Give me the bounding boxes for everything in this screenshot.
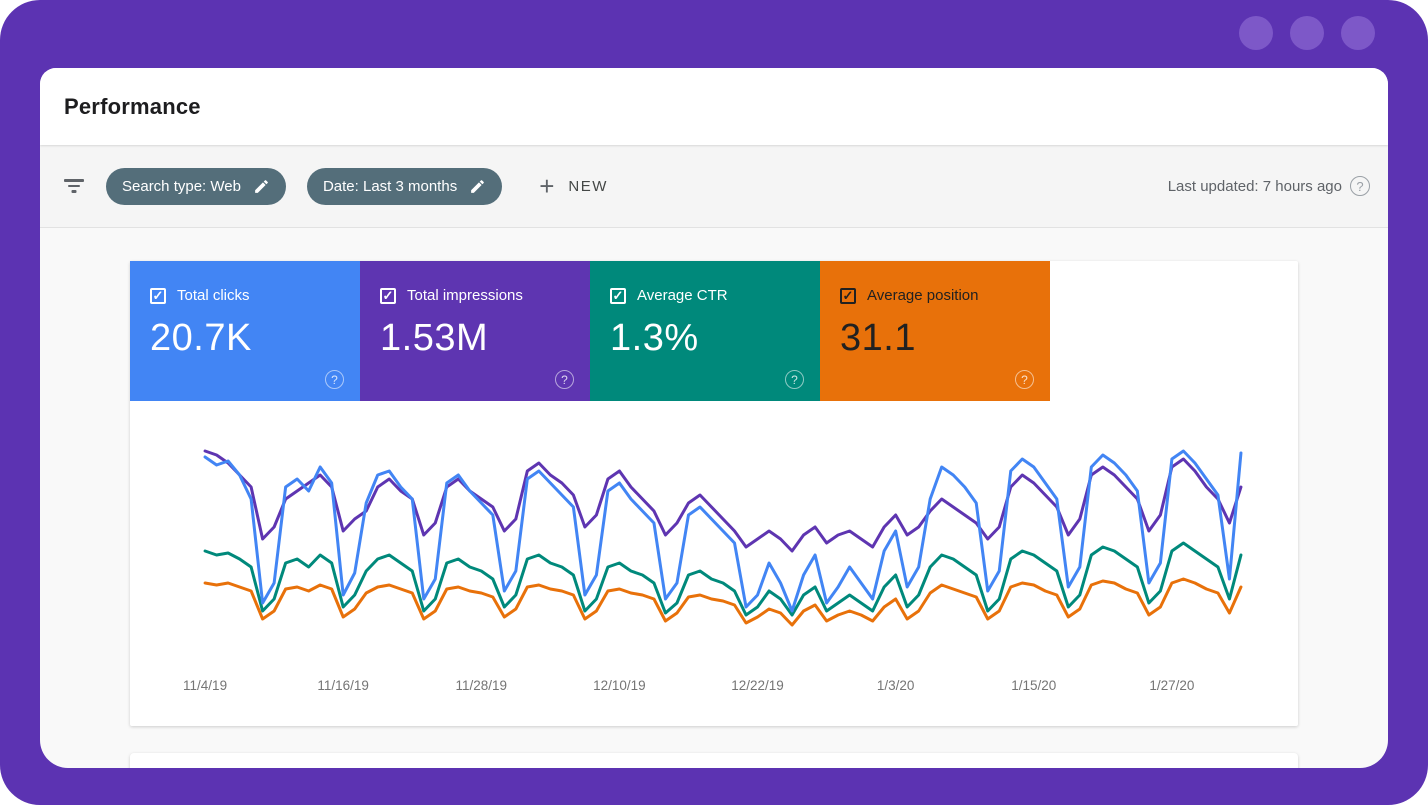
- checkbox-checked-icon[interactable]: ✓: [380, 288, 396, 304]
- filter-chip-label: Date: Last 3 months: [323, 178, 457, 195]
- metric-value: 1.53M: [380, 317, 570, 360]
- line-chart-svg: 11/4/19 11/16/19 11/28/19 12/10/19 12/22/19 1…: [130, 401, 1298, 726]
- new-filter-button[interactable]: + NEW: [539, 173, 608, 199]
- last-updated: Last updated: 7 hours ago ?: [1168, 176, 1370, 196]
- checkbox-checked-icon[interactable]: ✓: [610, 288, 626, 304]
- metric-tiles: ✓ Total clicks 20.7K ? ✓ Total impressio…: [130, 261, 1298, 401]
- help-icon[interactable]: ?: [785, 370, 804, 389]
- performance-line-chart: 11/4/19 11/16/19 11/28/19 12/10/19 12/22/19 1…: [130, 401, 1298, 726]
- window-dot-icon: [1290, 16, 1324, 50]
- metric-label: Average position: [867, 287, 978, 304]
- app-window: Performance Search type: Web Date: Last …: [40, 68, 1388, 768]
- last-updated-text: Last updated: 7 hours ago: [1168, 178, 1342, 195]
- app-header: Performance: [40, 68, 1388, 145]
- x-axis-tick-label: 11/16/19: [317, 678, 369, 693]
- x-axis-tick-label: 11/4/19: [183, 678, 227, 693]
- checkmark-icon: ✓: [613, 289, 624, 302]
- metric-label: Average CTR: [637, 287, 728, 304]
- filter-icon[interactable]: [64, 179, 84, 193]
- main-content: ✓ Total clicks 20.7K ? ✓ Total impressio…: [40, 228, 1388, 768]
- edit-pencil-icon: [253, 178, 270, 195]
- filter-chip-label: Search type: Web: [122, 178, 241, 195]
- checkmark-icon: ✓: [383, 289, 394, 302]
- x-axis-tick-label: 1/27/20: [1149, 678, 1194, 693]
- chart-series-average-ctr: [205, 543, 1241, 615]
- filter-chip-date[interactable]: Date: Last 3 months: [307, 168, 502, 205]
- checkbox-checked-icon[interactable]: ✓: [150, 288, 166, 304]
- metric-label: Total impressions: [407, 287, 523, 304]
- help-icon[interactable]: ?: [1015, 370, 1034, 389]
- metric-tile-average-position[interactable]: ✓ Average position 31.1 ?: [820, 261, 1050, 401]
- metric-label: Total clicks: [177, 287, 250, 304]
- performance-panel: ✓ Total clicks 20.7K ? ✓ Total impressio…: [130, 261, 1298, 726]
- x-axis-tick-label: 1/3/20: [877, 678, 915, 693]
- edit-pencil-icon: [469, 178, 486, 195]
- metric-value: 1.3%: [610, 317, 800, 360]
- x-axis-tick-label: 1/15/20: [1011, 678, 1056, 693]
- filter-bar: Search type: Web Date: Last 3 months + N…: [40, 145, 1388, 228]
- new-filter-label: NEW: [568, 178, 608, 195]
- checkmark-icon: ✓: [153, 289, 164, 302]
- metric-tile-average-ctr[interactable]: ✓ Average CTR 1.3% ?: [590, 261, 820, 401]
- chart-series-total-clicks: [205, 451, 1241, 611]
- metric-value: 31.1: [840, 317, 1030, 360]
- next-panel-partial: [130, 753, 1298, 768]
- checkbox-checked-icon[interactable]: ✓: [840, 288, 856, 304]
- x-axis-tick-label: 12/22/19: [731, 678, 784, 693]
- metric-value: 20.7K: [150, 317, 340, 360]
- x-axis-tick-label: 11/28/19: [456, 678, 508, 693]
- checkmark-icon: ✓: [843, 289, 854, 302]
- metric-tile-total-clicks[interactable]: ✓ Total clicks 20.7K ?: [130, 261, 360, 401]
- browser-frame: Performance Search type: Web Date: Last …: [0, 0, 1428, 805]
- help-icon[interactable]: ?: [1350, 176, 1370, 196]
- metric-tile-total-impressions[interactable]: ✓ Total impressions 1.53M ?: [360, 261, 590, 401]
- plus-icon: +: [539, 173, 554, 199]
- window-dot-icon: [1341, 16, 1375, 50]
- window-dot-icon: [1239, 16, 1273, 50]
- help-icon[interactable]: ?: [555, 370, 574, 389]
- x-axis-tick-label: 12/10/19: [593, 678, 646, 693]
- filter-chip-search-type[interactable]: Search type: Web: [106, 168, 286, 205]
- help-icon[interactable]: ?: [325, 370, 344, 389]
- page-title: Performance: [64, 94, 201, 120]
- window-dots: [1239, 16, 1375, 50]
